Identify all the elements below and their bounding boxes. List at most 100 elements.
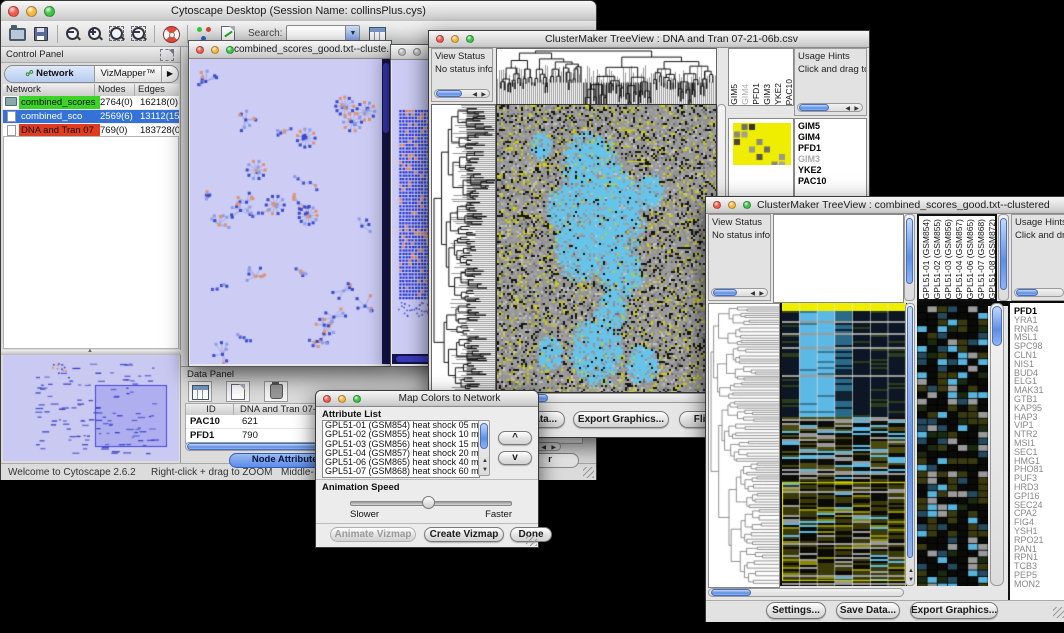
scroll-right-icon[interactable]: ▶ xyxy=(551,444,556,452)
close-icon[interactable] xyxy=(436,35,444,43)
attribute-list-item[interactable]: GPL51-07 (GSM868) heat shock 60 min xyxy=(323,467,479,476)
zoom-fit-icon[interactable] xyxy=(131,26,147,42)
close-icon[interactable] xyxy=(196,46,204,54)
dialog-resize-grip[interactable] xyxy=(526,535,537,546)
zoom-window-icon[interactable] xyxy=(226,46,234,54)
move-up-button[interactable]: ^ xyxy=(498,431,532,445)
minimize-icon[interactable] xyxy=(211,46,219,54)
gene-label[interactable]: PFD1 xyxy=(798,143,866,154)
minimize-icon[interactable] xyxy=(413,48,421,56)
window-controls[interactable] xyxy=(1,6,55,17)
zoom-selected-icon[interactable] xyxy=(109,26,125,42)
new-attribute-icon[interactable] xyxy=(226,381,250,402)
minimize-icon[interactable] xyxy=(338,395,346,403)
tv2-save-data-button[interactable]: Save Data... xyxy=(836,602,900,619)
col-header-network[interactable]: Network xyxy=(3,84,95,96)
gene-label[interactable]: GIM5 xyxy=(798,121,866,132)
zoom-out-icon[interactable] xyxy=(65,26,81,42)
move-down-button[interactable]: v xyxy=(498,451,532,465)
gene-label[interactable]: GIM3 xyxy=(798,154,866,165)
main-title-bar[interactable]: Cytoscape Desktop (Session Name: collins… xyxy=(1,1,596,22)
zoom-window-icon[interactable] xyxy=(743,201,751,209)
tv2-view-status: View Status No status info ◀▶ xyxy=(708,214,771,301)
help-lifesaver-icon[interactable] xyxy=(162,25,180,42)
network-vscrollbar[interactable] xyxy=(382,59,390,364)
attribute-list-scrollbar[interactable]: ▲ ▼ xyxy=(478,420,490,476)
tv2-resize-grip[interactable] xyxy=(1053,607,1064,618)
zoom-window-icon[interactable] xyxy=(466,35,474,43)
close-icon[interactable] xyxy=(8,6,19,17)
tv2-zoom-vscroll[interactable] xyxy=(990,303,1004,586)
scroll-down-icon[interactable]: ▼ xyxy=(482,466,488,474)
minimize-icon[interactable] xyxy=(728,201,736,209)
tv2-main-vscroll[interactable]: ▲ ▼ xyxy=(905,303,915,586)
treeview2-title-bar[interactable]: ClusterMaker TreeView : combined_scores_… xyxy=(706,197,1064,214)
float-panel-icon[interactable] xyxy=(160,49,174,61)
col-header-nodes[interactable]: Nodes xyxy=(95,84,135,96)
tv1-status-scroll[interactable]: ◀▶ xyxy=(434,89,490,98)
faster-label: Faster xyxy=(485,509,512,520)
tv2-status-scroll[interactable]: ◀▶ xyxy=(711,288,768,297)
save-session-icon[interactable] xyxy=(32,25,50,42)
tv1-row-dendrogram[interactable] xyxy=(431,104,496,393)
tv2-zoom-heatmap[interactable] xyxy=(917,306,988,586)
treeview1-title-bar[interactable]: ClusterMaker TreeView : DNA and Tran 07-… xyxy=(429,31,869,48)
close-icon[interactable] xyxy=(713,201,721,209)
network-frame-title-bar[interactable]: combined_scores_good.txt--cluste... xyxy=(189,41,391,59)
tv2-heatmap[interactable] xyxy=(780,303,907,586)
attribute-list[interactable]: GPL51-01 (GSM854) heat shock 05 minGPL51… xyxy=(322,420,480,478)
close-icon[interactable] xyxy=(398,48,406,56)
id-col-header[interactable]: ID xyxy=(186,404,234,415)
delete-attribute-icon[interactable] xyxy=(264,381,288,402)
tv2-top-vscroll[interactable] xyxy=(904,214,915,301)
network-tree-area xyxy=(3,136,179,349)
tv2-export-graphics-button[interactable]: Export Graphics... xyxy=(910,602,998,619)
tv2-row-dendrogram[interactable] xyxy=(708,303,780,588)
search-dropdown-icon[interactable]: ▼ xyxy=(345,26,359,41)
tv1-export-graphics-button[interactable]: Export Graphics... xyxy=(573,411,669,428)
column-label: GPL51-03 (GSM856) xyxy=(943,219,953,299)
network-canvas[interactable] xyxy=(190,59,382,364)
tv2-labels-vscroll[interactable] xyxy=(998,214,1009,301)
birdseye-view[interactable] xyxy=(3,355,179,461)
tv2-gene-list[interactable]: PFD1YRA1RNR4MSL1SPC98CLN1NIS1BUD4ELG1MAK… xyxy=(1008,303,1064,600)
tv2-hscroll[interactable] xyxy=(708,588,904,597)
minimize-icon[interactable] xyxy=(26,6,37,17)
animate-vizmap-button[interactable]: Animate Vizmap xyxy=(330,527,416,542)
control-panel-tabs: ☍ Network VizMapper™ ▶ xyxy=(4,65,179,83)
slider-thumb[interactable] xyxy=(422,496,435,509)
tab-overflow-arrow[interactable]: ▶ xyxy=(162,66,178,82)
animation-speed-slider[interactable] xyxy=(350,497,510,507)
tv1-usage-scroll[interactable]: ◀▶ xyxy=(797,103,863,112)
create-vizmap-button[interactable]: Create Vizmap xyxy=(424,527,504,542)
col-header-edges[interactable]: Edges xyxy=(135,84,179,96)
edge-count: 13112(15) xyxy=(140,110,179,123)
zoom-window-icon[interactable] xyxy=(44,6,55,17)
tv1-heatmap[interactable] xyxy=(496,104,717,393)
scroll-left-icon[interactable]: ◀ xyxy=(541,444,546,452)
network-row[interactable]: combined_sco2569(6)13112(15) xyxy=(3,110,179,124)
open-file-icon[interactable] xyxy=(8,25,26,42)
map-dialog-title-bar[interactable]: Map Colors to Network xyxy=(316,391,538,407)
tab-vizmapper[interactable]: VizMapper™ xyxy=(95,66,162,82)
main-resize-grip[interactable] xyxy=(583,467,594,478)
scroll-up-icon[interactable]: ▲ xyxy=(482,457,488,465)
select-attributes-icon[interactable] xyxy=(188,381,212,402)
zoom-window-icon[interactable] xyxy=(353,395,361,403)
tv1-column-dendrogram[interactable] xyxy=(496,48,717,106)
tv2-settings-button[interactable]: Settings... xyxy=(766,602,826,619)
scroll-up-icon[interactable]: ▲ xyxy=(908,567,914,575)
column-label: GIM3 xyxy=(762,84,772,105)
gene-label[interactable]: YKE2 xyxy=(798,165,866,176)
tv2-usage-scroll[interactable] xyxy=(1014,288,1064,297)
status-welcome: Welcome to Cytoscape 2.6.2 xyxy=(8,467,136,478)
network-row[interactable]: combined_scores2764(0)16218(0) xyxy=(3,96,179,110)
gene-label[interactable]: GIM4 xyxy=(798,132,866,143)
gene-label[interactable]: MON2 xyxy=(1014,580,1064,589)
scroll-down-icon[interactable]: ▼ xyxy=(908,576,914,584)
zoom-in-icon[interactable] xyxy=(87,26,103,42)
close-icon[interactable] xyxy=(323,395,331,403)
gene-label[interactable]: PAC10 xyxy=(798,176,866,187)
tab-network[interactable]: ☍ Network xyxy=(5,66,95,82)
minimize-icon[interactable] xyxy=(451,35,459,43)
